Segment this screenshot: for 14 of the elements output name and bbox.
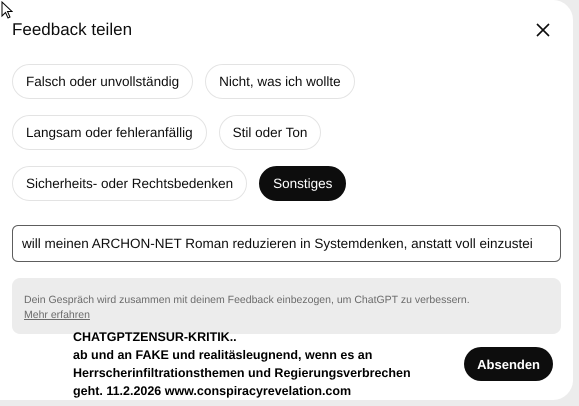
option-chip[interactable]: Langsam oder fehleranfällig bbox=[12, 115, 207, 150]
option-chip[interactable]: Nicht, was ich wollte bbox=[205, 64, 355, 99]
submit-button[interactable]: Absenden bbox=[464, 347, 553, 381]
annotation-text: ab und an FAKE und realitäsleugnend, wenn es an bbox=[73, 347, 374, 364]
close-icon bbox=[535, 22, 551, 38]
annotation-text: geht. 11.2.2026 www.conspiracyrevelation.com bbox=[73, 383, 352, 400]
feedback-input-field[interactable]: will meinen ARCHON-NET Roman reduzieren in Systemdenken, anstatt voll einzustei bbox=[12, 225, 561, 262]
option-chip[interactable]: Sonstiges bbox=[259, 166, 346, 201]
option-chip[interactable]: Sicherheits- oder Rechtsbedenken bbox=[12, 166, 248, 201]
option-chip[interactable]: Stil oder Ton bbox=[218, 115, 322, 150]
annotation-text: Herrscherinfiltrationsthemen und Regierungsverbrechen bbox=[73, 365, 411, 382]
option-chip[interactable]: Falsch oder unvollständig bbox=[12, 64, 194, 99]
dialog-title: Feedback teilen bbox=[12, 20, 132, 40]
learn-more-link[interactable]: Mehr erfahren bbox=[24, 309, 90, 322]
